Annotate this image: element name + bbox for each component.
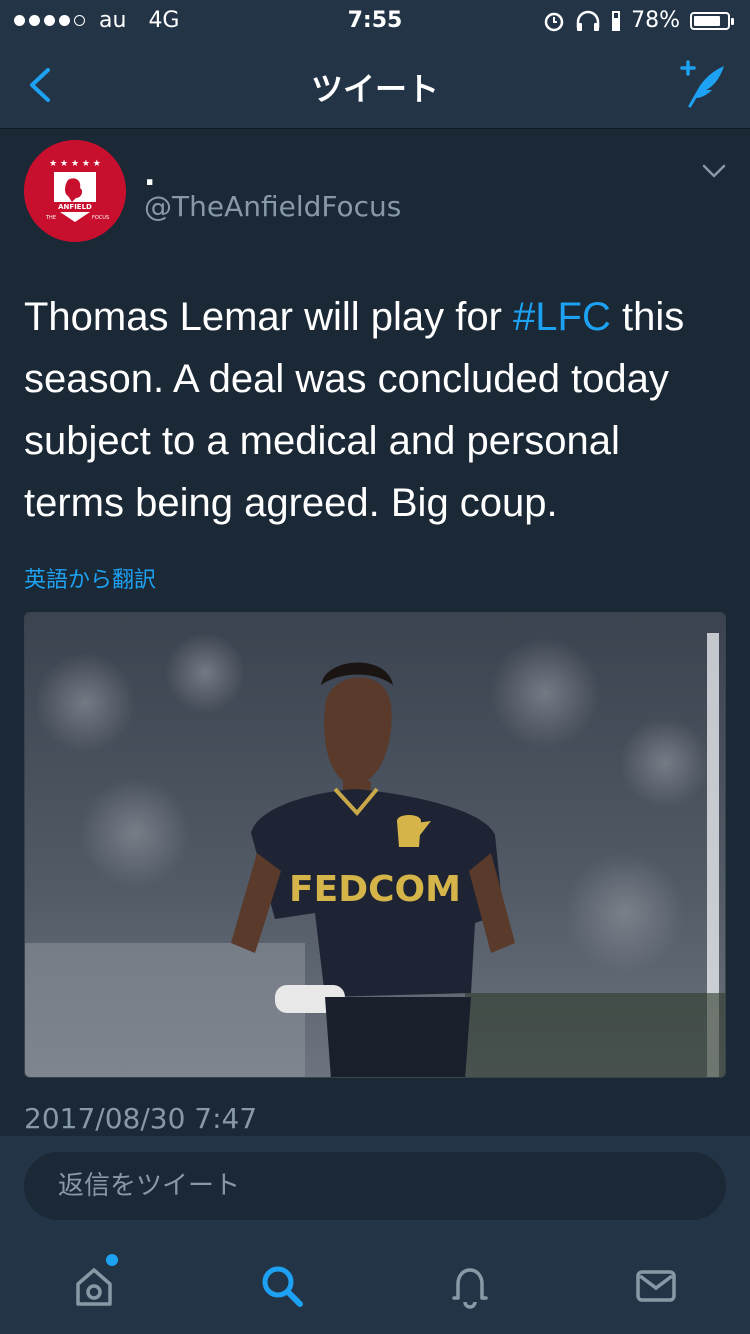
battery-icon (690, 11, 734, 30)
user-handle[interactable]: @TheAnfieldFocus (144, 190, 401, 223)
tab-messages[interactable] (626, 1256, 686, 1316)
notifications-icon (452, 1268, 488, 1309)
tab-search[interactable] (252, 1256, 312, 1316)
jersey-sponsor-text: FEDCOM (289, 869, 461, 910)
bluetooth-battery-icon (612, 10, 621, 31)
tab-home[interactable] (64, 1254, 124, 1316)
tweet-text-before: Thomas Lemar will play for (24, 295, 514, 339)
hashtag-link[interactable]: #LFC (513, 295, 611, 339)
page-title: ツイート (310, 70, 439, 108)
status-bar: au 4G 7:55 78% (0, 0, 750, 42)
navigation-bar: ツイート (0, 42, 750, 129)
reply-input[interactable]: 返信をツイート (24, 1152, 726, 1220)
battery-percent: 78% (631, 8, 680, 33)
search-icon (262, 1266, 303, 1307)
avatar-text-top: ANFIELD (58, 203, 92, 211)
tab-bar (0, 1236, 750, 1334)
reply-bar: 返信をツイート (0, 1136, 750, 1236)
tweet-text: Thomas Lemar will play for #LFC this sea… (24, 286, 724, 534)
translate-link[interactable]: 英語から翻訳 (24, 562, 156, 594)
messages-icon (636, 1270, 676, 1302)
tab-notifications[interactable] (440, 1256, 500, 1316)
avatar[interactable]: ★ ★ ★ ★ ★ ANFIELD THE FOCUS (24, 140, 126, 242)
chevron-down-icon[interactable] (700, 160, 728, 182)
tweet-photo[interactable]: FEDCOM (24, 612, 726, 1078)
svg-text:★ ★ ★ ★ ★: ★ ★ ★ ★ ★ (49, 159, 101, 169)
avatar-text-right: FOCUS (92, 215, 109, 221)
avatar-text-left: THE (45, 215, 56, 221)
tweet-timestamp: 2017/08/30 7:47 (24, 1102, 258, 1135)
compose-tweet-icon[interactable] (674, 58, 730, 110)
display-name[interactable]: . (144, 158, 155, 193)
headphones-icon (576, 10, 600, 31)
alarm-icon (544, 12, 564, 31)
home-notification-dot (106, 1254, 118, 1266)
